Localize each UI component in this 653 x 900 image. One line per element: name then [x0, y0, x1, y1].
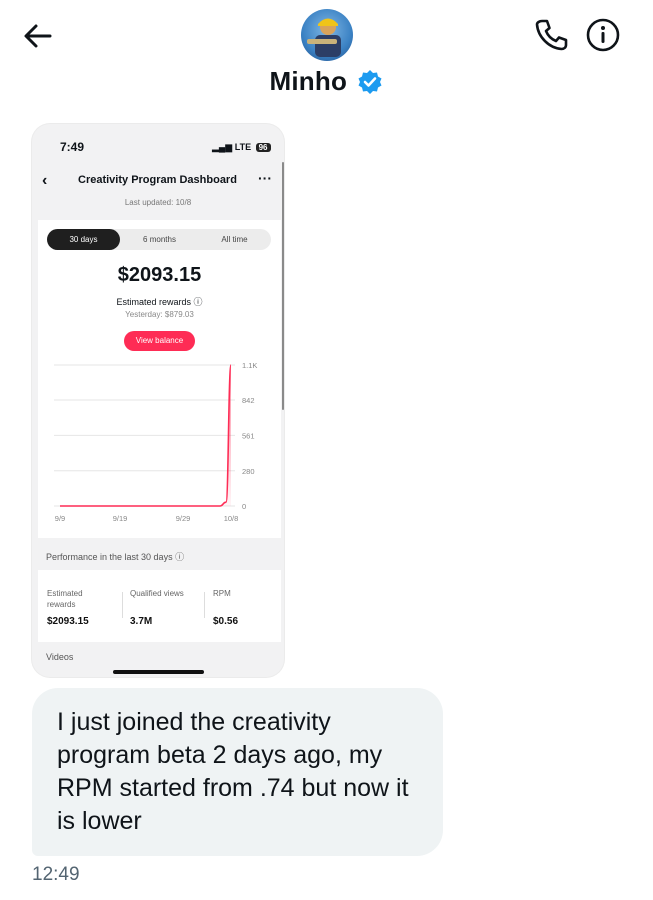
metric-label-views: Qualified views [130, 589, 184, 598]
x-axis-labels: 9/9 9/19 9/29 10/8 [55, 514, 239, 523]
last-updated: Last updated: 10/8 [124, 198, 192, 207]
metric-value-rewards: $2093.15 [47, 616, 89, 627]
rewards-amount: $2093.15 [117, 264, 202, 286]
videos-label: Videos [46, 652, 74, 662]
tab-all-time: All time [221, 235, 248, 244]
battery-badge: 96 [255, 143, 271, 152]
metric-label-rpm: RPM [213, 589, 231, 598]
x-tick-label: 9/19 [113, 514, 128, 523]
period-tabs: 30 days 6 months All time [47, 229, 271, 250]
call-button[interactable] [532, 16, 570, 54]
message-timestamp: 12:49 [32, 864, 80, 885]
network-label: LTE [234, 142, 252, 152]
y-tick-label: 280 [242, 467, 255, 476]
avatar-image [307, 18, 341, 57]
metric-divider [204, 592, 205, 618]
info-icon [586, 18, 620, 52]
status-time: 7:49 [60, 140, 85, 154]
x-tick-label: 10/8 [224, 514, 239, 523]
y-tick-label: 842 [242, 396, 255, 405]
signal-indicator: ▂▄▆ LTE 96 [212, 142, 271, 153]
phone-status-bar: 7:49 ▂▄▆ LTE 96 [32, 124, 284, 158]
estimated-rewards-label: Estimated rewards ⓘ [116, 297, 203, 307]
performance-title: Performance in the last 30 days ⓘ [46, 552, 185, 562]
metric-value-rpm: $0.56 [213, 616, 239, 627]
dashboard-header: ‹ Creativity Program Dashboard ··· [32, 168, 284, 194]
home-indicator [113, 670, 204, 674]
y-axis-labels: 1.1K 842 561 280 0 [242, 361, 257, 511]
verified-badge-icon [357, 69, 383, 95]
dashboard-title: Creativity Program Dashboard [78, 174, 237, 186]
arrow-left-icon [24, 24, 52, 48]
conversation-header: Minho [0, 0, 653, 110]
yesterday-value: Yesterday: $879.03 [125, 310, 194, 319]
image-attachment[interactable]: 7:49 ▂▄▆ LTE 96 ‹ Creativity Program Das… [32, 124, 284, 677]
y-tick-label: 1.1K [242, 361, 257, 370]
metrics-card: Estimated rewards $2093.15 Qualified vie… [38, 570, 281, 642]
avatar[interactable] [301, 9, 353, 61]
tab-30-days: 30 days [47, 229, 120, 250]
more-icon: ··· [258, 170, 272, 186]
y-tick-label: 561 [242, 431, 255, 440]
phone-icon [535, 19, 568, 51]
contact-name[interactable]: Minho [270, 66, 348, 96]
metric-value-views: 3.7M [130, 616, 153, 627]
message-bubble[interactable]: I just joined the creativity program bet… [32, 688, 443, 856]
rewards-chart: 1.1K 842 561 280 0 9/9 9/19 9/29 10/8 [54, 361, 257, 523]
message-text: I just joined the creativity program bet… [57, 708, 409, 835]
contact-name-row: Minho [0, 66, 653, 97]
tab-6-months: 6 months [143, 235, 176, 244]
back-button[interactable] [20, 18, 56, 54]
x-tick-label: 9/29 [176, 514, 191, 523]
metric-label-rewards: Estimated rewards [47, 589, 83, 609]
chevron-left-icon: ‹ [42, 172, 48, 189]
rewards-card: 30 days 6 months All time $2093.15 Estim… [38, 220, 281, 538]
info-button[interactable] [584, 16, 622, 54]
signal-bars-icon: ▂▄▆ [212, 142, 233, 152]
scrollbar [282, 162, 284, 410]
chart-grid [54, 364, 235, 507]
y-tick-label: 0 [242, 502, 246, 511]
view-balance-button: View balance [124, 331, 195, 351]
metric-divider [122, 592, 123, 618]
x-tick-label: 9/9 [55, 514, 65, 523]
